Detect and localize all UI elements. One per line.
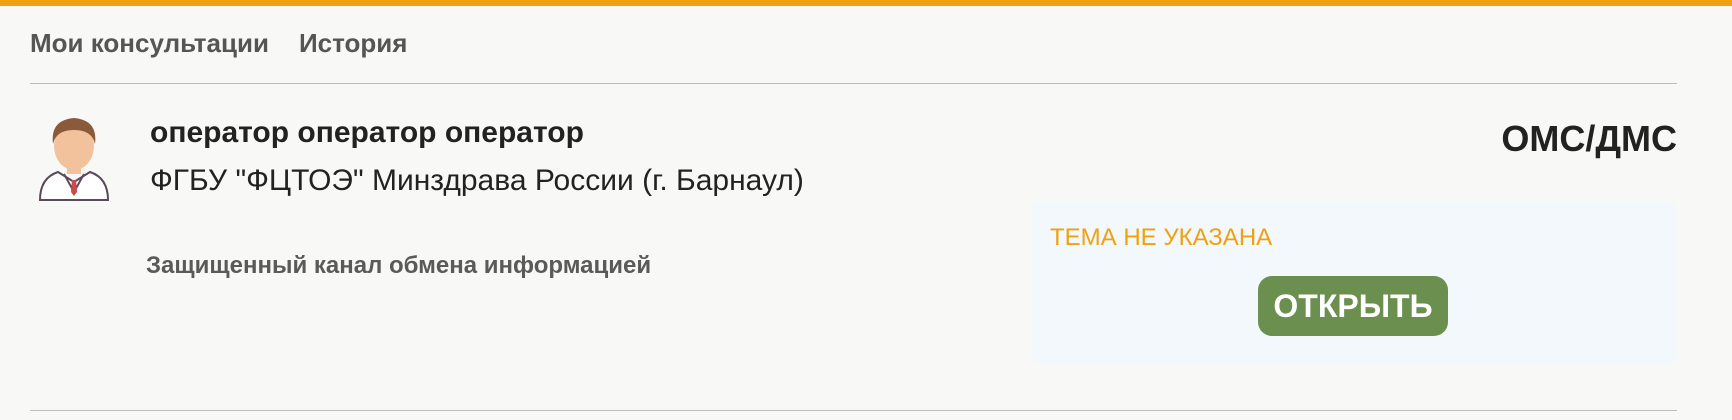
open-button[interactable]: ОТКРЫТЬ (1258, 276, 1448, 336)
organization-name: ФГБУ "ФЦТОЭ" Минздрава России (г. Барнау… (150, 164, 804, 197)
consultation-card: ТЕМА НЕ УКАЗАНА ОТКРЫТЬ (1032, 202, 1677, 364)
doctor-avatar-icon (34, 112, 114, 202)
topic-label: ТЕМА НЕ УКАЗАНА (1050, 224, 1273, 251)
bottom-divider (30, 410, 1677, 411)
operator-name: оператор оператор оператор (150, 116, 584, 149)
payment-type: ОМС/ДМС (1501, 118, 1677, 159)
top-accent-bar (0, 0, 1732, 6)
tab-my-consultations[interactable]: Мои консультации (30, 28, 269, 59)
tabs-divider (30, 83, 1677, 84)
channel-label: Защищенный канал обмена информацией (146, 252, 652, 279)
tabs-nav: Мои консультации История (30, 28, 407, 59)
tab-history[interactable]: История (299, 28, 407, 59)
